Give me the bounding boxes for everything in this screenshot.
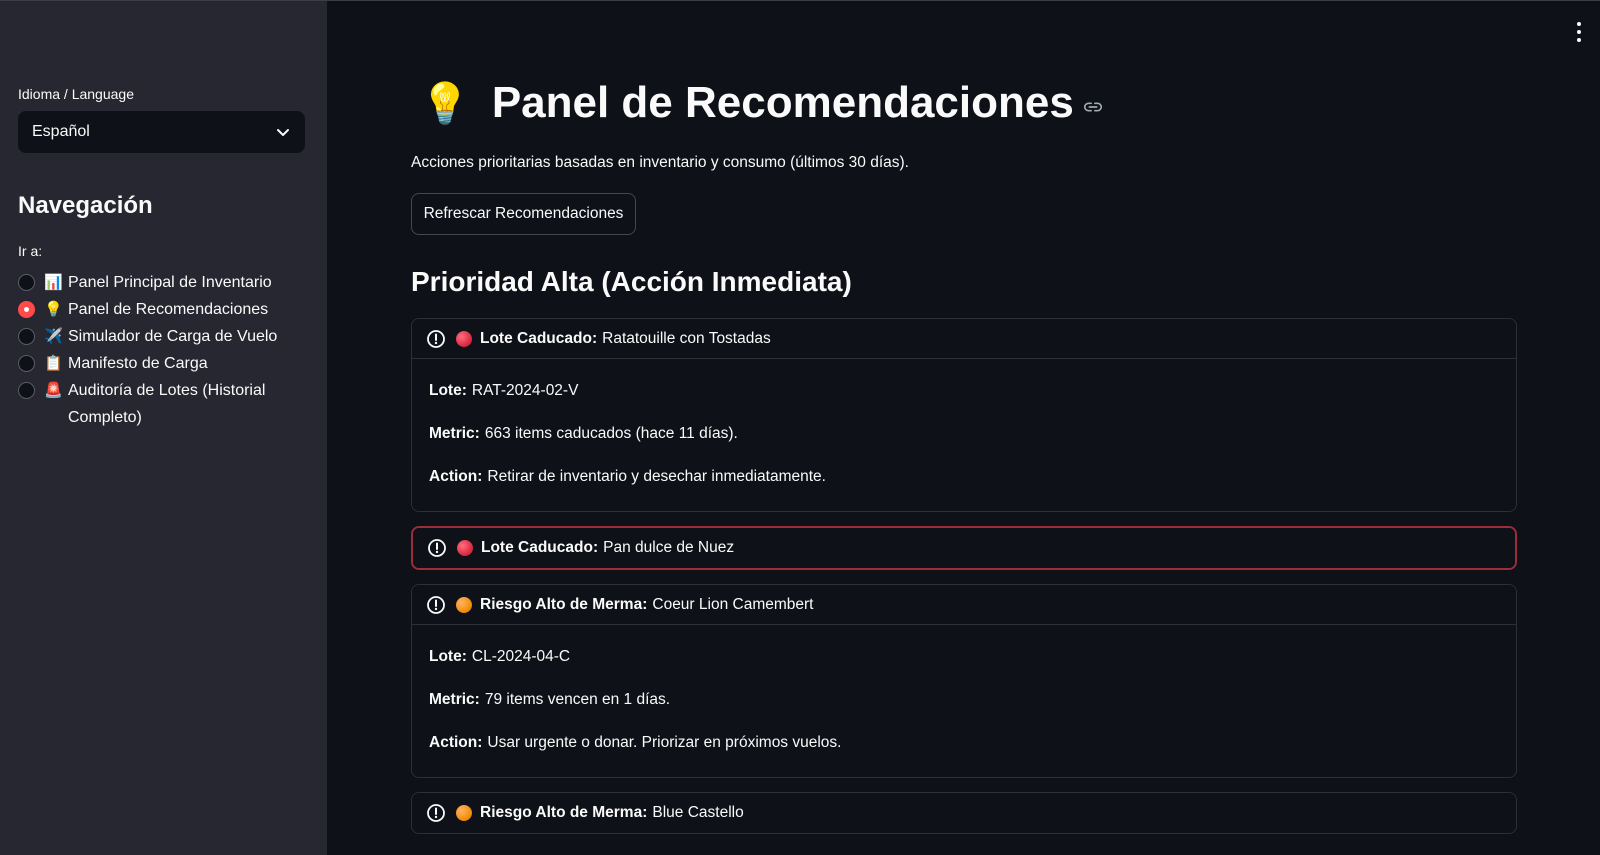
section-title-high-priority: Prioridad Alta (Acción Inmediata) [411,266,852,297]
radio-button[interactable] [18,355,35,372]
lote-line: Lote: CL-2024-04-C [429,647,1499,667]
nav-radio-inventory[interactable]: 📊 Panel Principal de Inventario [18,269,318,296]
lote-value: RAT-2024-02-V [471,382,579,399]
metric-value: 663 items caducados (hace 11 días). [484,425,738,442]
page-caption: Acciones prioritarias basadas en inventa… [411,154,909,171]
orange-circle-icon [456,805,472,821]
recommendation-expander: Riesgo Alto de Merma: Blue Castello [411,792,1517,834]
metric-label: Metric: [429,691,480,708]
expander-header[interactable]: Lote Caducado: Pan dulce de Nuez [413,528,1515,568]
action-line: Action: Retirar de inventario y desechar … [429,467,1499,487]
red-circle-icon [457,540,473,556]
recommendation-expander: Riesgo Alto de Merma: Coeur Lion Camembe… [411,584,1517,778]
radio-button-selected[interactable] [18,301,35,318]
recommendation-product: Coeur Lion Camembert [652,595,814,613]
nav-radio-batch-audit[interactable]: 🚨 Auditoría de Lotes (Historial Completo… [18,377,318,431]
action-value: Usar urgente o donar. Priorizar en próxi… [487,734,842,751]
recommendation-type: Riesgo Alto de Merma: [480,595,648,613]
alert-circle-icon [427,595,445,614]
nav-radio-label: Manifesto de Carga [68,355,208,372]
recommendation-expander: Lote Caducado: Ratatouille con Tostadas … [411,318,1517,512]
navigation-radio-group: 📊 Panel Principal de Inventario 💡 Panel … [18,269,318,431]
action-label: Action: [429,468,483,485]
alert-circle-icon [428,539,446,557]
action-value: Retirar de inventario y desechar inmedia… [487,468,826,485]
recommendation-type: Lote Caducado: [480,329,598,347]
lote-label: Lote: [429,382,467,399]
lightbulb-emoji-icon: 💡 [44,301,63,318]
nav-radio-label: Simulador de Carga de Vuelo [68,328,278,345]
lote-line: Lote: RAT-2024-02-V [429,381,1499,401]
expander-header[interactable]: Riesgo Alto de Merma: Coeur Lion Camembe… [412,585,1516,625]
alert-circle-icon [427,804,445,822]
radio-button[interactable] [18,274,35,291]
recommendation-type: Riesgo Alto de Merma: [480,804,648,821]
metric-value: 79 items vencen en 1 días. [484,691,671,708]
alert-circle-icon [427,329,445,348]
airplane-emoji-icon: ✈️ [44,328,63,345]
recommendation-type: Lote Caducado: [481,539,599,556]
action-line: Action: Usar urgente o donar. Priorizar e… [429,733,1499,753]
lote-label: Lote: [429,648,467,665]
navigation-subtitle: Ir a: [18,243,43,259]
refresh-recommendations-button[interactable]: Refrescar Recomendaciones [411,193,636,235]
lote-value: CL-2024-04-C [471,648,571,665]
red-circle-icon [456,330,472,347]
metric-line: Metric: 79 items vencen en 1 días. [429,690,1499,710]
nav-radio-label: Panel Principal de Inventario [68,274,272,291]
orange-circle-icon [456,596,472,613]
language-select-value: Español [32,123,90,140]
expander-body: Lote: RAT-2024-02-V Metric: 663 items cadu… [412,359,1516,511]
page-title-text: Panel de Recomendaciones [491,78,1074,127]
recommendation-product: Ratatouille con Tostadas [602,329,771,347]
recommendation-expander: Lote Caducado: Pan dulce de Nuez [411,526,1517,570]
language-label: Idioma / Language [18,86,134,102]
action-label: Action: [429,734,483,751]
nav-radio-cargo-manifest[interactable]: 📋 Manifesto de Carga [18,350,318,377]
app: Idioma / Language Español Navegación Ir … [0,0,1600,855]
recommendation-product: Pan dulce de Nuez [603,539,735,556]
expander-body: Lote: CL-2024-04-C Metric: 79 items vencen… [412,625,1516,777]
clipboard-emoji-icon: 📋 [44,355,63,372]
nav-radio-label: Panel de Recomendaciones [68,301,269,318]
expander-header[interactable]: Riesgo Alto de Merma: Blue Castello [412,793,1516,833]
metric-label: Metric: [429,425,480,442]
navigation-title: Navegación [18,192,153,219]
recommendation-product: Blue Castello [652,804,744,821]
chevron-down-icon [277,129,289,136]
sidebar: Idioma / Language Español Navegación Ir … [0,1,327,855]
nav-radio-flight-simulator[interactable]: ✈️ Simulador de Carga de Vuelo [18,323,318,350]
language-select[interactable]: Español [18,111,305,153]
lightbulb-emoji-icon: 💡 [420,81,470,126]
kebab-menu-icon[interactable] [1575,22,1583,42]
nav-radio-label: Auditoría de Lotes (Historial Completo) [68,382,266,426]
radio-button[interactable] [18,328,35,345]
chart-emoji-icon: 📊 [44,274,63,291]
metric-line: Metric: 663 items caducados (hace 11 días… [429,424,1499,444]
radio-button[interactable] [18,382,35,399]
siren-emoji-icon: 🚨 [44,382,63,399]
link-icon[interactable] [1082,96,1104,118]
nav-radio-recommendations[interactable]: 💡 Panel de Recomendaciones [18,296,318,323]
expander-header[interactable]: Lote Caducado: Ratatouille con Tostadas [412,319,1516,359]
page-title: 💡 Panel de Recomendaciones [420,78,1104,128]
